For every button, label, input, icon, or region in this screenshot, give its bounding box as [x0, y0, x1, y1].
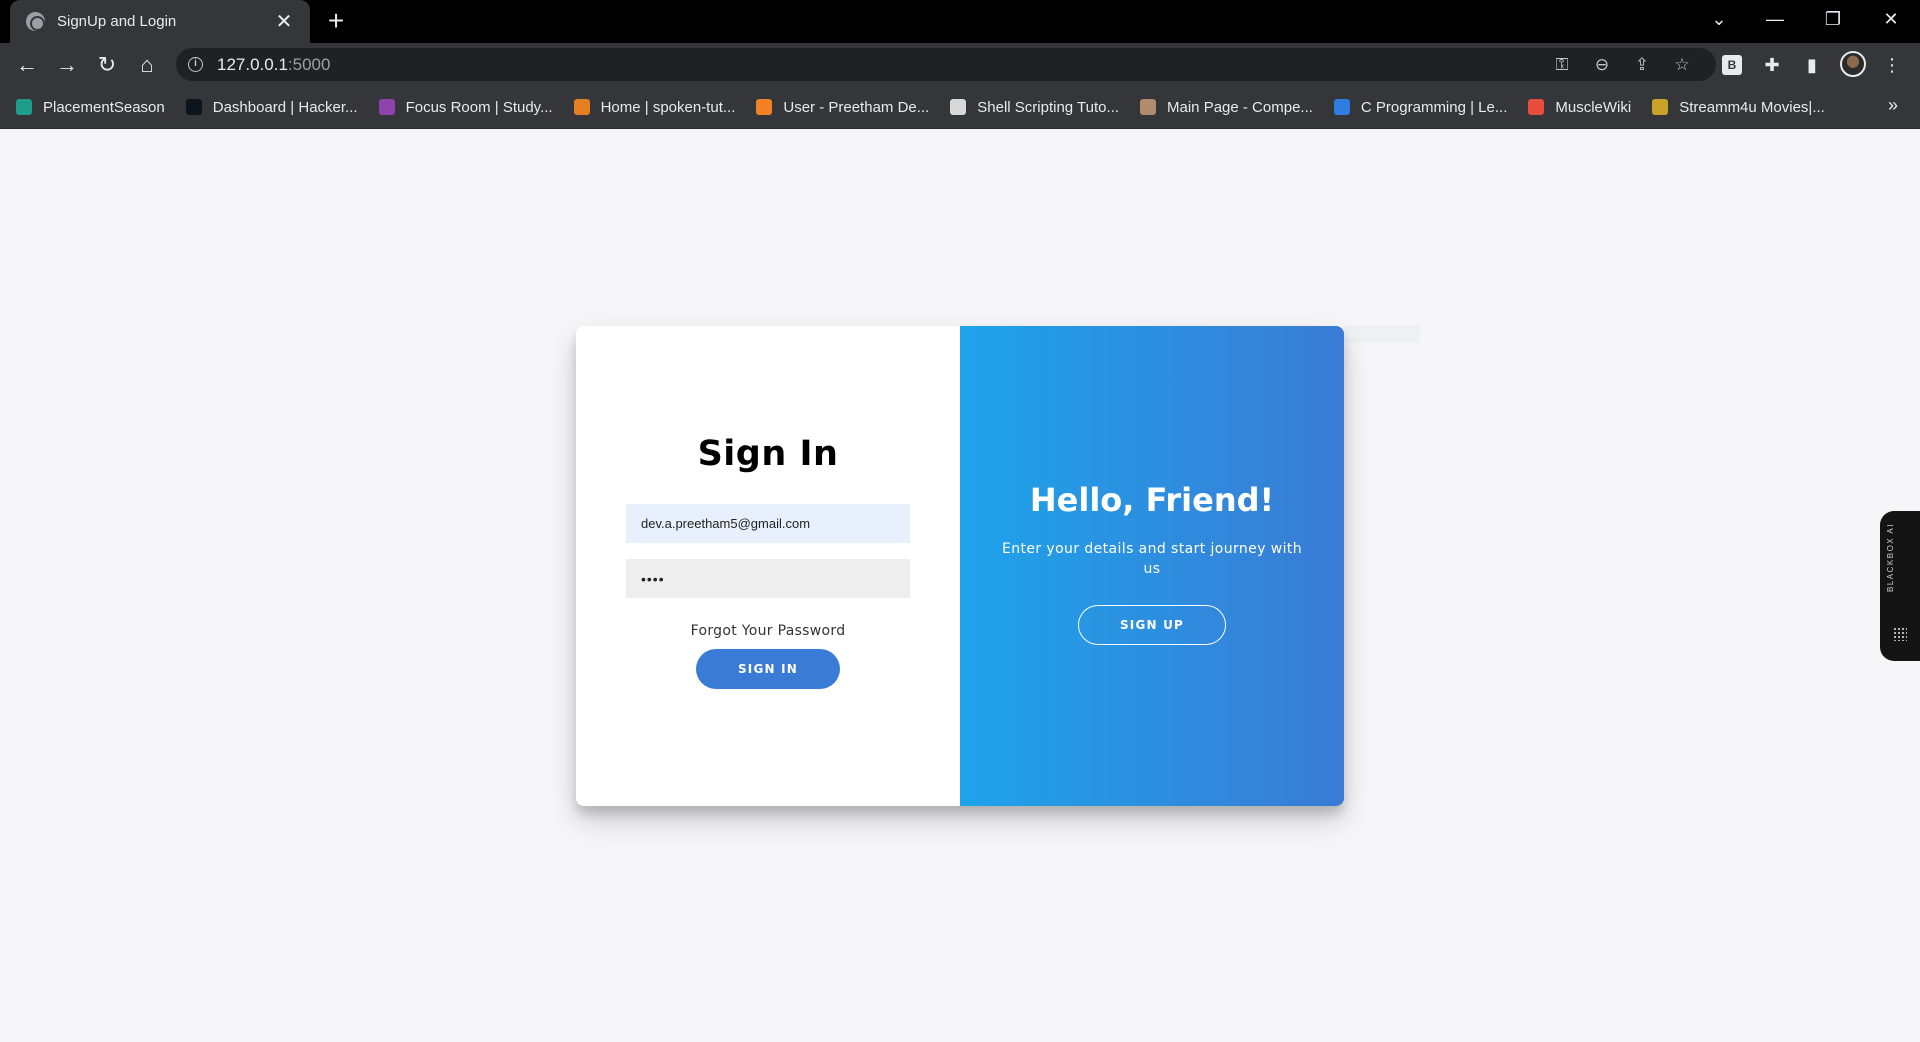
bookmark-item[interactable]: Focus Room | Study... — [378, 98, 553, 116]
tab-search-icon[interactable]: ⌄ — [1690, 0, 1748, 38]
profile-avatar[interactable] — [1840, 51, 1866, 77]
ghost-strip — [1344, 325, 1420, 343]
bookmark-item[interactable]: Home | spoken-tut... — [573, 98, 736, 116]
browser-toolbar: ← → ↻ ⌂ i 127.0.0.1:5000 ⚿ ⊖ ⇪ ☆ B ✚ ▮ ⋮ — [0, 43, 1920, 86]
restore-button[interactable]: ❐ — [1804, 0, 1862, 38]
bookmark-label: Home | spoken-tut... — [600, 98, 736, 116]
bookmark-label: Shell Scripting Tuto... — [977, 98, 1120, 116]
overlay-title: Hello, Friend! — [1029, 481, 1275, 519]
bookmark-favicon-icon — [1528, 99, 1545, 115]
blackbox-widget[interactable]: BLACKBOX AI — [1880, 511, 1920, 661]
address-bar[interactable]: i 127.0.0.1:5000 ⚿ ⊖ ⇪ ☆ — [176, 48, 1716, 81]
minimize-button[interactable]: — — [1746, 0, 1804, 38]
browser-tab[interactable]: SignUp and Login ✕ — [10, 0, 310, 43]
reload-icon[interactable]: ↻ — [91, 49, 123, 81]
extension-b-icon[interactable]: B — [1722, 55, 1742, 75]
bookmark-favicon-icon — [756, 99, 773, 115]
signup-overlay: Hello, Friend! Enter your details and st… — [960, 326, 1344, 806]
bookmark-favicon-icon — [1652, 99, 1669, 115]
extensions-puzzle-icon[interactable]: ✚ — [1758, 51, 1786, 79]
bookmark-label: C Programming | Le... — [1360, 98, 1508, 116]
menu-kebab-icon[interactable]: ⋮ — [1878, 51, 1906, 79]
bookmark-favicon-icon — [185, 99, 202, 115]
home-icon[interactable]: ⌂ — [131, 49, 163, 81]
signup-button[interactable]: SIGN UP — [1078, 605, 1226, 645]
url-port: :5000 — [287, 54, 331, 74]
bookmark-favicon-icon — [16, 99, 32, 115]
globe-icon — [26, 12, 45, 31]
bookmark-label: Dashboard | Hacker... — [212, 98, 358, 116]
close-tab-icon[interactable]: ✕ — [272, 10, 296, 34]
tab-strip: SignUp and Login ✕ + ⌄ — ❐ ✕ — [0, 0, 1920, 43]
bookmark-label: MuscleWiki — [1555, 98, 1632, 116]
bookmarks-bar: PlacementSeason Dashboard | Hacker... Focu… — [0, 86, 1920, 129]
bookmark-item[interactable]: Streamm4u Movies|... — [1652, 99, 1825, 116]
key-icon[interactable]: ⚿ — [1549, 52, 1575, 78]
bookmark-item[interactable]: PlacementSeason — [16, 99, 165, 116]
signin-title: Sign In — [697, 434, 839, 474]
bookmark-favicon-icon — [378, 99, 395, 115]
side-panel-icon[interactable]: ▮ — [1798, 51, 1826, 79]
back-arrow-icon[interactable]: ← — [11, 49, 43, 81]
close-window-button[interactable]: ✕ — [1862, 0, 1920, 38]
tab-title: SignUp and Login — [57, 13, 177, 30]
bookmark-item[interactable]: C Programming | Le... — [1333, 98, 1508, 116]
bookmark-item[interactable]: Shell Scripting Tuto... — [950, 99, 1119, 116]
email-input[interactable] — [626, 504, 910, 543]
bookmark-label: User - Preetham De... — [783, 98, 930, 116]
bookmark-favicon-icon — [573, 99, 590, 115]
bookmark-item[interactable]: Dashboard | Hacker... — [185, 98, 358, 116]
star-icon[interactable]: ☆ — [1669, 52, 1695, 78]
bookmark-item[interactable]: User - Preetham De... — [756, 99, 929, 116]
auth-card: Sign In Forgot Your Password SIGN IN Hel… — [576, 326, 1344, 806]
zoom-icon[interactable]: ⊖ — [1589, 52, 1615, 78]
signin-button[interactable]: SIGN IN — [696, 649, 840, 689]
share-icon[interactable]: ⇪ — [1629, 52, 1655, 78]
more-bookmarks-icon[interactable]: » — [1888, 95, 1898, 116]
bookmark-label: Main Page - Compe... — [1167, 98, 1313, 116]
info-icon[interactable]: i — [188, 57, 203, 72]
bookmark-favicon-icon — [950, 99, 967, 115]
bookmark-item[interactable]: Main Page - Compe... — [1140, 99, 1313, 116]
bookmark-item[interactable]: MuscleWiki — [1528, 99, 1631, 116]
overlay-subtitle: Enter your details and start journey wit… — [1001, 541, 1303, 577]
signin-form: Sign In Forgot Your Password SIGN IN — [576, 326, 960, 806]
page-body: Sign In Forgot Your Password SIGN IN Hel… — [0, 129, 1920, 1042]
bookmark-label: PlacementSeason — [43, 98, 165, 116]
password-input[interactable] — [626, 559, 910, 598]
url-text: 127.0.0.1:5000 — [217, 55, 330, 75]
bookmark-label: Streamm4u Movies|... — [1679, 98, 1825, 116]
blackbox-label: BLACKBOX AI — [1886, 523, 1895, 592]
bookmark-label: Focus Room | Study... — [405, 98, 553, 116]
dots-icon — [1893, 627, 1907, 641]
forgot-password-link[interactable]: Forgot Your Password — [691, 623, 846, 639]
url-host: 127.0.0.1 — [217, 54, 288, 74]
bookmark-favicon-icon — [1140, 99, 1157, 115]
forward-arrow-icon[interactable]: → — [51, 49, 83, 81]
new-tab-button[interactable]: + — [322, 7, 350, 36]
bookmark-favicon-icon — [1333, 99, 1350, 115]
